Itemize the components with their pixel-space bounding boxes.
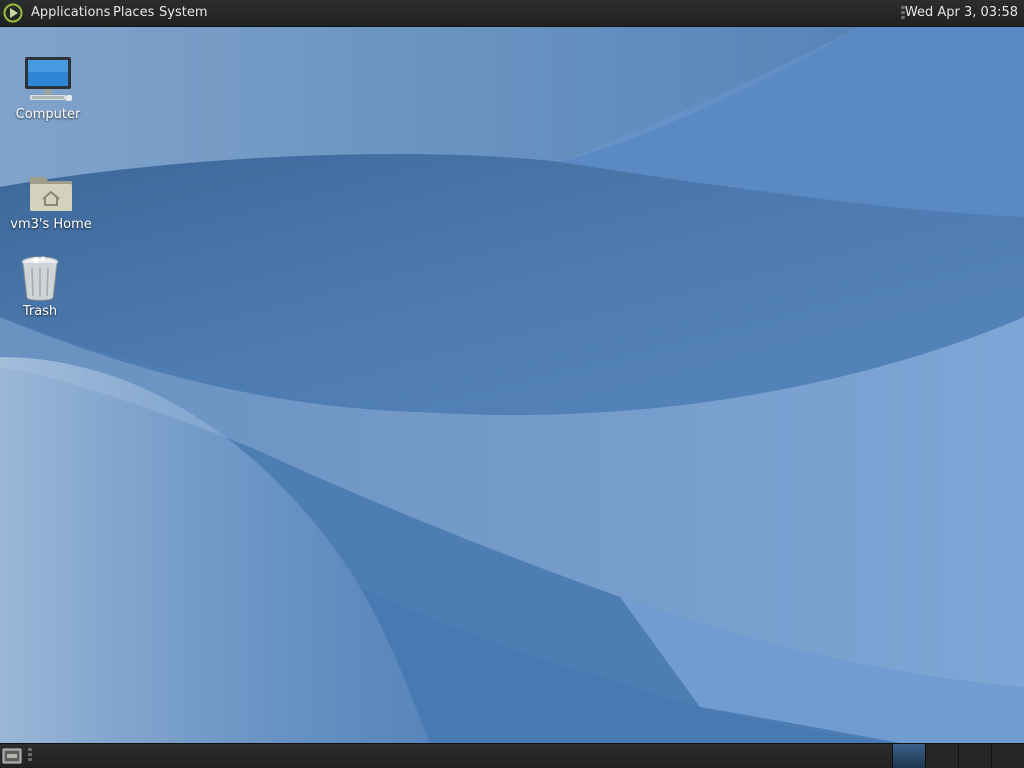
workspace-2[interactable] (925, 744, 958, 768)
home-folder-icon (30, 177, 72, 211)
show-desktop-icon[interactable] (2, 747, 22, 764)
desktop-icon-home[interactable]: vm3's Home (6, 171, 96, 232)
clock[interactable]: Wed Apr 3, 03:58 (905, 0, 1018, 26)
wallpaper-image (0, 27, 1024, 743)
system-menu[interactable]: System (159, 0, 207, 26)
workspace-4[interactable] (991, 744, 1024, 768)
trash-icon (21, 256, 59, 301)
workspace-1[interactable] (892, 744, 925, 768)
workspace-switcher[interactable] (892, 744, 1024, 768)
desktop-icon-label: Computer (15, 107, 81, 122)
top-panel: Applications Places System Wed Apr 3, 03… (0, 0, 1024, 27)
desktop-icon-trash[interactable]: Trash (10, 254, 70, 319)
desktop-icon-label: Trash (22, 304, 58, 319)
desktop-icon-computer[interactable]: Computer (10, 55, 86, 122)
desktop[interactable]: Computer vm3's Home Trash (0, 27, 1024, 743)
distro-logo-icon[interactable] (3, 3, 23, 23)
desktop-icon-label: vm3's Home (10, 217, 92, 232)
workspace-3[interactable] (958, 744, 991, 768)
bottom-panel (0, 743, 1024, 768)
places-menu[interactable]: Places (113, 0, 154, 26)
panel-drag-handle[interactable] (28, 748, 32, 761)
computer-icon (25, 57, 72, 101)
applications-menu[interactable]: Applications (31, 0, 110, 26)
